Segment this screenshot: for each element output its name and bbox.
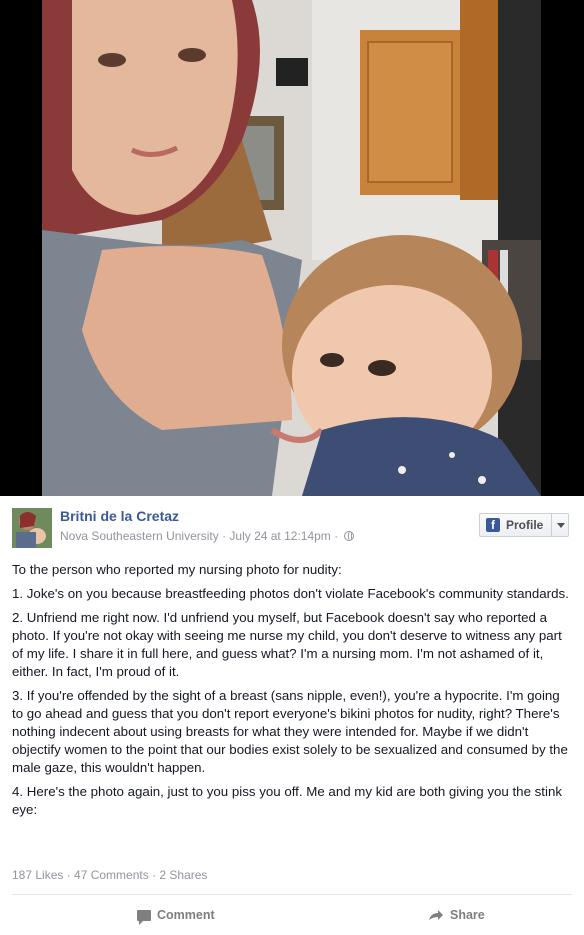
post-paragraph: To the person who reported my nursing ph… (12, 562, 342, 577)
globe-icon[interactable] (344, 531, 355, 541)
post-paragraph: 3. If you're offended by the sight of a … (12, 688, 568, 775)
photo-illustration (42, 0, 541, 496)
profile-button[interactable]: f Profile (479, 513, 569, 537)
post-paragraph: 1. Joke's on you because breastfeeding p… (12, 586, 569, 601)
post-stats[interactable]: 187 Likes · 47 Comments · 2 Shares (12, 868, 207, 882)
comment-icon (137, 909, 151, 925)
share-label: Share (450, 908, 485, 922)
divider (12, 894, 572, 895)
share-icon (429, 910, 443, 920)
profile-button-label: Profile (506, 518, 544, 532)
avatar-image (12, 508, 52, 548)
facebook-icon: f (486, 518, 500, 532)
comment-label: Comment (157, 908, 215, 922)
share-button[interactable]: Share (428, 908, 485, 922)
post-card: Britni de la Cretaz Nova Southeastern Un… (0, 496, 584, 935)
post-paragraph: 4. Here's the photo again, just to you p… (12, 784, 562, 817)
post-body: To the person who reported my nursing ph… (12, 561, 572, 825)
post-paragraph: 2. Unfriend me right now. I'd unfriend y… (12, 610, 562, 679)
photo-frame (0, 0, 584, 496)
profile-button-divider (551, 514, 553, 536)
comment-button[interactable]: Comment (137, 908, 215, 925)
avatar[interactable] (12, 508, 52, 548)
post-meta-text: Nova Southeastern University · July 24 a… (60, 529, 339, 543)
post-meta: Nova Southeastern University · July 24 a… (60, 529, 355, 543)
chevron-down-icon[interactable] (557, 522, 566, 528)
post-photo[interactable] (42, 0, 541, 496)
author-name[interactable]: Britni de la Cretaz (60, 508, 179, 524)
